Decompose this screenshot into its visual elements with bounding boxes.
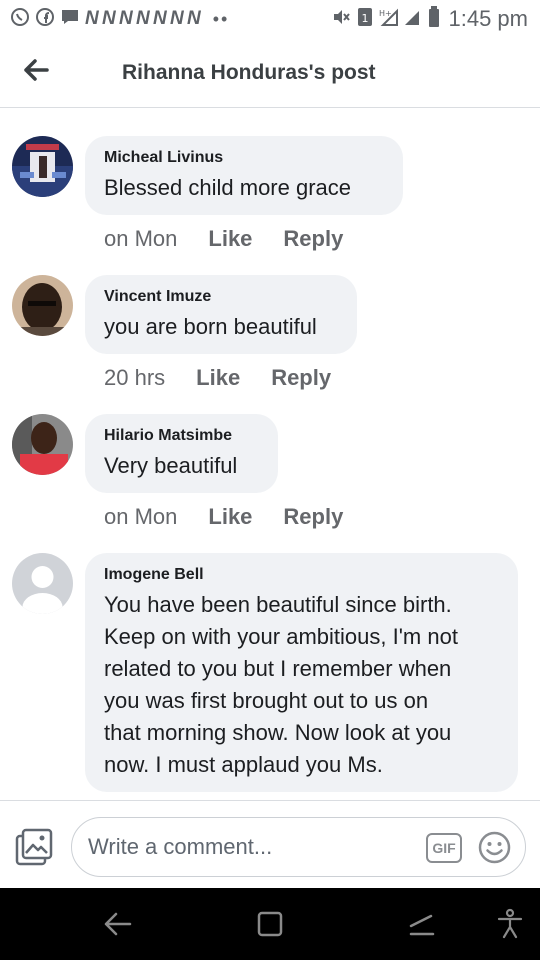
photo-button[interactable] [14,827,54,867]
back-arrow-icon [23,59,49,86]
comment-bubble[interactable]: Vincent Imuze you are born beautiful [85,275,357,354]
home-button[interactable] [405,908,437,940]
comment-text: you are born beautiful [104,314,317,339]
svg-text:1: 1 [361,12,368,25]
app-header: Rihanna Honduras's post [0,38,540,108]
system-nav-bar [0,888,540,960]
more-notifications-icon: •• [212,8,230,29]
avatar[interactable] [12,553,73,614]
like-button[interactable]: Like [208,226,252,252]
battery-icon [428,6,440,32]
comment-text-line: You have been beautiful since birth. [104,592,452,617]
comment-composer: GIF [0,800,540,888]
whatsapp-icon [10,7,30,31]
comment-author[interactable]: Vincent Imuze [104,288,337,306]
comment-actions: 20 hrs Like Reply [104,365,331,391]
comment-bubble[interactable]: Imogene Bell You have been beautiful sin… [85,553,518,792]
reply-button[interactable]: Reply [283,226,343,252]
comment-bubble[interactable]: Hilario Matsimbe Very beautiful [85,414,278,493]
reply-button[interactable]: Reply [271,365,331,391]
recents-icon [254,911,286,944]
recents-button[interactable] [254,908,286,940]
comment-text: Blessed child more grace [104,175,352,200]
page-title: Rihanna Honduras's post [122,60,376,84]
comments-list[interactable]: Micheal Livinus Blessed child more grace… [0,108,540,800]
comment-text-line: that morning show. Now look at you [104,720,452,745]
like-button[interactable]: Like [208,504,252,530]
home-icon [405,914,437,944]
avatar[interactable] [12,136,73,197]
photo-icon [14,828,54,871]
clock: 1:45 pm [448,6,529,31]
status-right: 1 H+ 1:45 pm [331,6,529,32]
facebook-icon [35,7,55,31]
accessibility-icon [494,908,526,944]
comment-bubble[interactable]: Micheal Livinus Blessed child more grace [85,136,403,215]
gif-button[interactable]: GIF [426,833,462,863]
status-left: N N N N N N N •• [10,7,229,31]
comment-author[interactable]: Micheal Livinus [104,149,383,167]
comment-text-line: Keep on with your ambitious, I'm not [104,624,458,649]
comment-author[interactable]: Hilario Matsimbe [104,427,258,445]
emoji-icon [478,831,511,868]
avatar[interactable] [12,414,73,475]
avatar[interactable] [12,275,73,336]
sim-icon: 1 [356,7,374,31]
nav-back-button[interactable] [102,908,134,940]
comment-text-line: now. I must applaud you Ms. [104,752,383,777]
emoji-button[interactable] [478,831,511,864]
comment-author[interactable]: Imogene Bell [104,566,498,584]
reply-button[interactable]: Reply [283,504,343,530]
comment-time[interactable]: 20 hrs [104,365,165,391]
status-bar: N N N N N N N •• 1 H+ 1:45 pm [0,0,540,38]
comment-text-line: related to you but I remember when [104,656,452,681]
back-button[interactable] [0,38,72,108]
comment-actions: on Mon Like Reply [104,226,343,252]
signal-icon: H+ [379,7,423,31]
svg-text:H+: H+ [379,9,392,18]
comment-time[interactable]: on Mon [104,504,177,530]
comment-time[interactable]: on Mon [104,226,177,252]
message-icon [60,7,80,31]
mute-icon [331,7,351,31]
accessibility-button[interactable] [494,908,526,940]
notification-glyphs: N N N N N N N [85,8,201,29]
like-button[interactable]: Like [196,365,240,391]
comment-actions: on Mon Like Reply [104,504,343,530]
comment-text: Very beautiful [104,453,238,478]
nav-back-icon [102,912,134,944]
comment-text-line: you was first brought out to us on [104,688,429,713]
